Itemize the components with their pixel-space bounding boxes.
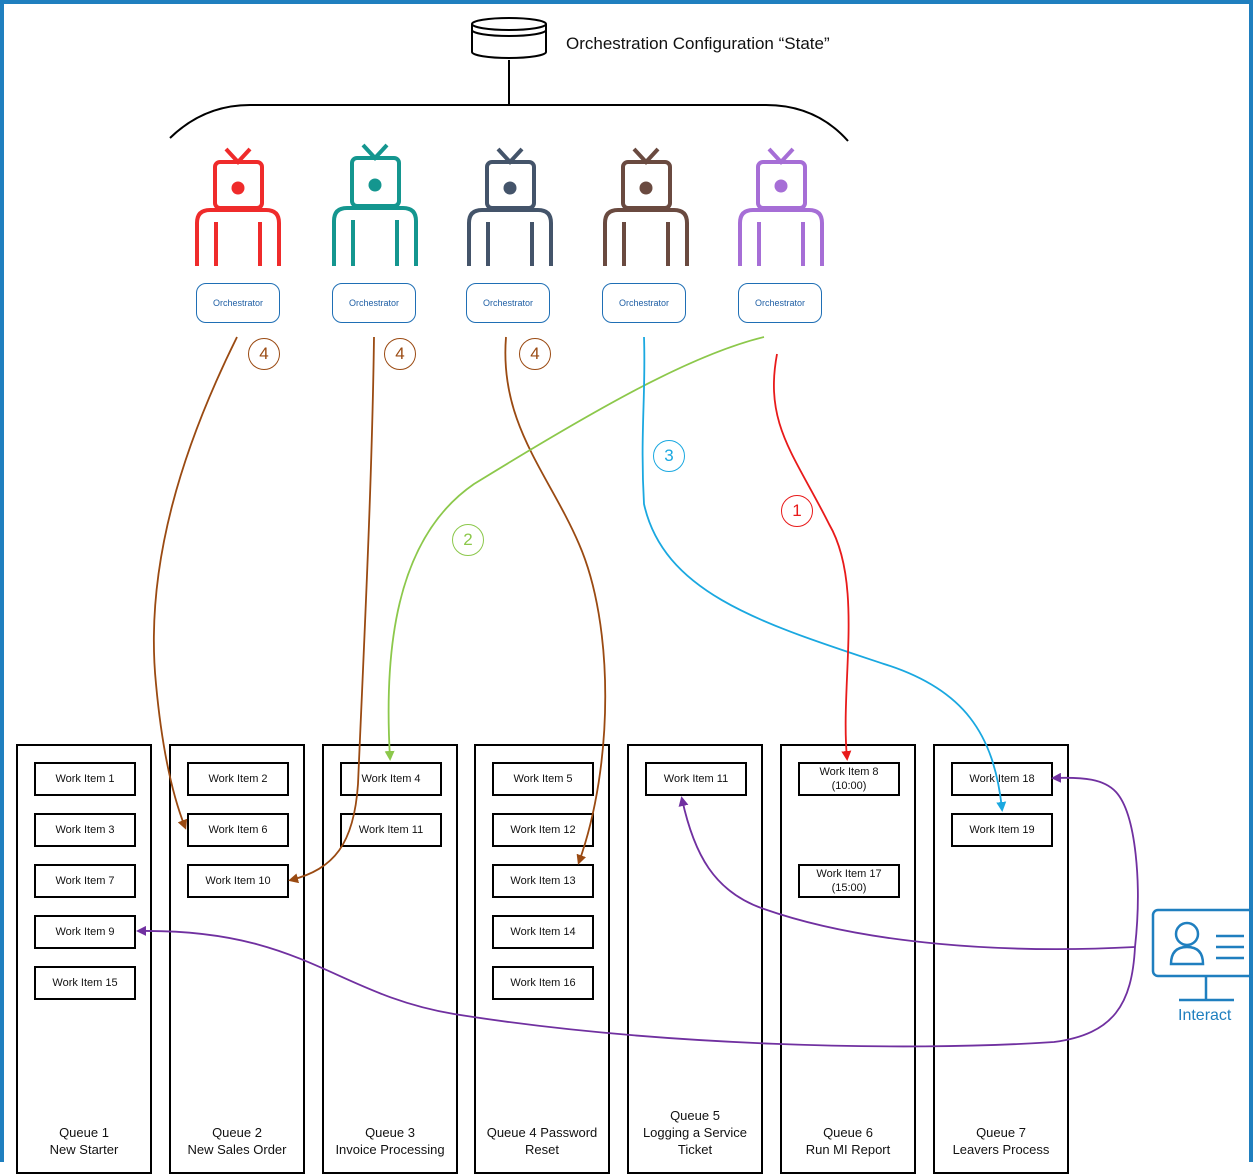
queue-label: Queue 4 Password Reset [486, 1125, 598, 1157]
work-item: Work Item 16 [492, 966, 594, 1000]
work-item: Work Item 7 [34, 864, 136, 898]
robot-icon-teal [332, 143, 418, 266]
step-marker-4: 4 [248, 338, 280, 370]
step-marker-4: 4 [384, 338, 416, 370]
step-marker-2: 2 [452, 524, 484, 556]
work-item: Work Item 11 [645, 762, 747, 796]
robot-icon-red [195, 147, 281, 266]
user-list-monitor-icon [1151, 908, 1253, 1002]
interact-label: Interact [1178, 1007, 1232, 1024]
queue-3: Work Item 4 Work Item 11 Queue 3 Invoice… [322, 744, 458, 1174]
orchestrator-3: Orchestrator [466, 283, 550, 323]
work-item: Work Item 4 [340, 762, 442, 796]
orchestrator-5: Orchestrator [738, 283, 822, 323]
work-item: Work Item 19 [951, 813, 1053, 847]
work-item: Work Item 10 [187, 864, 289, 898]
work-item: Work Item 5 [492, 762, 594, 796]
diagram-title: Orchestration Configuration “State” [566, 34, 830, 53]
step-marker-4: 4 [519, 338, 551, 370]
queue-6: Work Item 8 (10:00) Work Item 17 (15:00)… [780, 744, 916, 1174]
robot-icon-slate [467, 147, 553, 266]
work-item: Work Item 3 [34, 813, 136, 847]
orchestrator-4: Orchestrator [602, 283, 686, 323]
work-item: Work Item 14 [492, 915, 594, 949]
work-item: Work Item 17 (15:00) [798, 864, 900, 898]
robot-icon-brown [603, 147, 689, 266]
queue-7: Work Item 18 Work Item 19 Queue 7 Leaver… [933, 744, 1069, 1174]
queue-label: Queue 3 Invoice Processing [335, 1125, 445, 1157]
work-item: Work Item 13 [492, 864, 594, 898]
work-item: Work Item 9 [34, 915, 136, 949]
work-item: Work Item 6 [187, 813, 289, 847]
diagram-canvas: Orchestration Configuration “State” Orch… [0, 0, 1253, 1174]
queue-label: Queue 6 Run MI Report [805, 1125, 891, 1157]
orchestrator-bracket [169, 104, 849, 142]
database-icon [471, 17, 547, 59]
robot-icon-purple [738, 147, 824, 266]
work-item: Work Item 12 [492, 813, 594, 847]
work-item: Work Item 2 [187, 762, 289, 796]
queue-label: Queue 1 New Starter [49, 1125, 119, 1157]
step-marker-3: 3 [653, 440, 685, 472]
queue-2: Work Item 2 Work Item 6 Work Item 10 Que… [169, 744, 305, 1174]
work-item: Work Item 11 [340, 813, 442, 847]
work-item: Work Item 18 [951, 762, 1053, 796]
queue-5: Work Item 11 Queue 5 Logging a Service T… [627, 744, 763, 1174]
queue-1: Work Item 1 Work Item 3 Work Item 7 Work… [16, 744, 152, 1174]
queue-4: Work Item 5 Work Item 12 Work Item 13 Wo… [474, 744, 610, 1174]
orchestrator-2: Orchestrator [332, 283, 416, 323]
queue-label: Queue 2 New Sales Order [187, 1125, 287, 1157]
work-item: Work Item 15 [34, 966, 136, 1000]
orchestrator-1: Orchestrator [196, 283, 280, 323]
step-marker-1: 1 [781, 495, 813, 527]
queue-label: Queue 7 Leavers Process [952, 1125, 1050, 1157]
work-item: Work Item 8 (10:00) [798, 762, 900, 796]
work-item: Work Item 1 [34, 762, 136, 796]
queue-label: Queue 5 Logging a Service Ticket [642, 1108, 748, 1157]
